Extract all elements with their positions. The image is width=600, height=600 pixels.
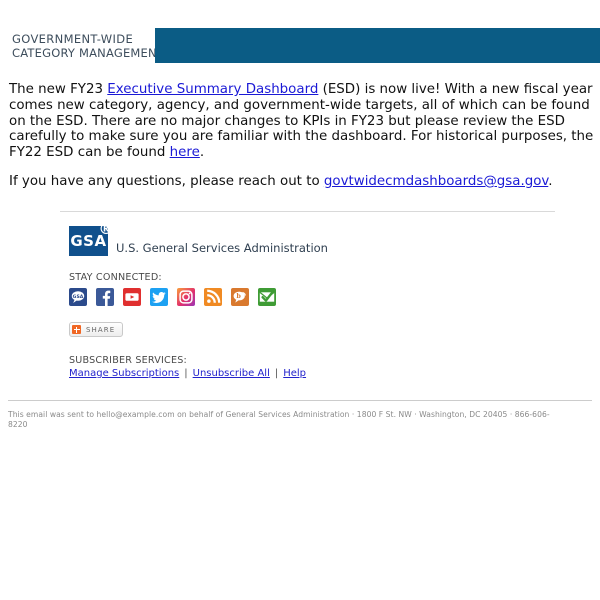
link-separator-2: | bbox=[274, 368, 279, 379]
bookmark-and-share-button[interactable]: SHARE bbox=[69, 322, 124, 337]
email-icon[interactable] bbox=[258, 288, 276, 306]
footer-top-divider bbox=[60, 211, 555, 212]
paragraph2-text-before-link: If you have any questions, please reach … bbox=[9, 173, 324, 189]
gwcm-logo-line1: GOVERNMENT-WIDE bbox=[12, 31, 134, 46]
paragraph2-text-after-link: . bbox=[548, 173, 553, 189]
svg-text:b: b bbox=[236, 292, 241, 300]
rss-icon[interactable] bbox=[204, 288, 222, 306]
instagram-icon[interactable] bbox=[177, 288, 195, 306]
share-button-label: SHARE bbox=[86, 325, 116, 334]
youtube-icon[interactable] bbox=[123, 288, 141, 306]
page-header: GOVERNMENT-WIDE CATEGORY MANAGEMENT bbox=[0, 28, 600, 63]
paragraph1-text-before-link: The new FY23 bbox=[9, 82, 108, 97]
twitter-icon[interactable] bbox=[150, 288, 168, 306]
header-banner bbox=[155, 28, 600, 63]
paragraph-contact: If you have any questions, please reach … bbox=[9, 174, 595, 190]
legal-disclaimer: This email was sent to hello@example.com… bbox=[8, 410, 550, 429]
facebook-icon[interactable] bbox=[96, 288, 114, 306]
footer-bottom-divider bbox=[8, 400, 592, 401]
stay-connected-label: STAY CONNECTED: bbox=[69, 272, 162, 283]
gsa-mark-icon: GSA ® bbox=[69, 222, 114, 256]
gsa-footer-block: GSA ® U.S. General Services Administrati… bbox=[69, 222, 549, 379]
subscriber-services-links: Manage Subscriptions | Unsubscribe All | Hel… bbox=[69, 368, 549, 379]
gwcm-logo[interactable]: GOVERNMENT-WIDE CATEGORY MANAGEMENT bbox=[12, 28, 165, 63]
email-body: The new FY23 Executive Summary Dashboard… bbox=[9, 82, 595, 203]
gsa-agency-name: U.S. General Services Administration bbox=[116, 241, 328, 255]
paragraph-announcement: The new FY23 Executive Summary Dashboard… bbox=[9, 82, 595, 161]
gwcm-logo-line2: CATEGORY MANAGEMENT bbox=[12, 45, 165, 60]
svg-text:GSA: GSA bbox=[73, 294, 84, 300]
share-plus-icon bbox=[72, 325, 81, 334]
blog-icon[interactable]: b bbox=[231, 288, 249, 306]
subscriber-services-label: SUBSCRIBER SERVICES: bbox=[69, 355, 187, 366]
contact-email-link[interactable]: govtwidecmdashboards@gsa.gov bbox=[324, 174, 548, 189]
fy22-esd-here-link[interactable]: here bbox=[170, 145, 200, 160]
link-separator-1: | bbox=[184, 368, 188, 379]
unsubscribe-all-link[interactable]: Unsubscribe All bbox=[193, 368, 270, 379]
manage-subscriptions-link[interactable]: Manage Subscriptions bbox=[69, 368, 179, 379]
social-icon-row: GSA b bbox=[69, 288, 549, 306]
gsa-trademark-icon: ® bbox=[98, 220, 114, 238]
help-link[interactable]: Help bbox=[283, 368, 306, 379]
gsa-blog-icon[interactable]: GSA bbox=[69, 288, 87, 306]
paragraph1-text-after-link: . bbox=[199, 145, 205, 161]
executive-summary-dashboard-link[interactable]: Executive Summary Dashboard bbox=[107, 82, 318, 97]
gsa-logo[interactable]: GSA ® U.S. General Services Administrati… bbox=[69, 222, 549, 256]
